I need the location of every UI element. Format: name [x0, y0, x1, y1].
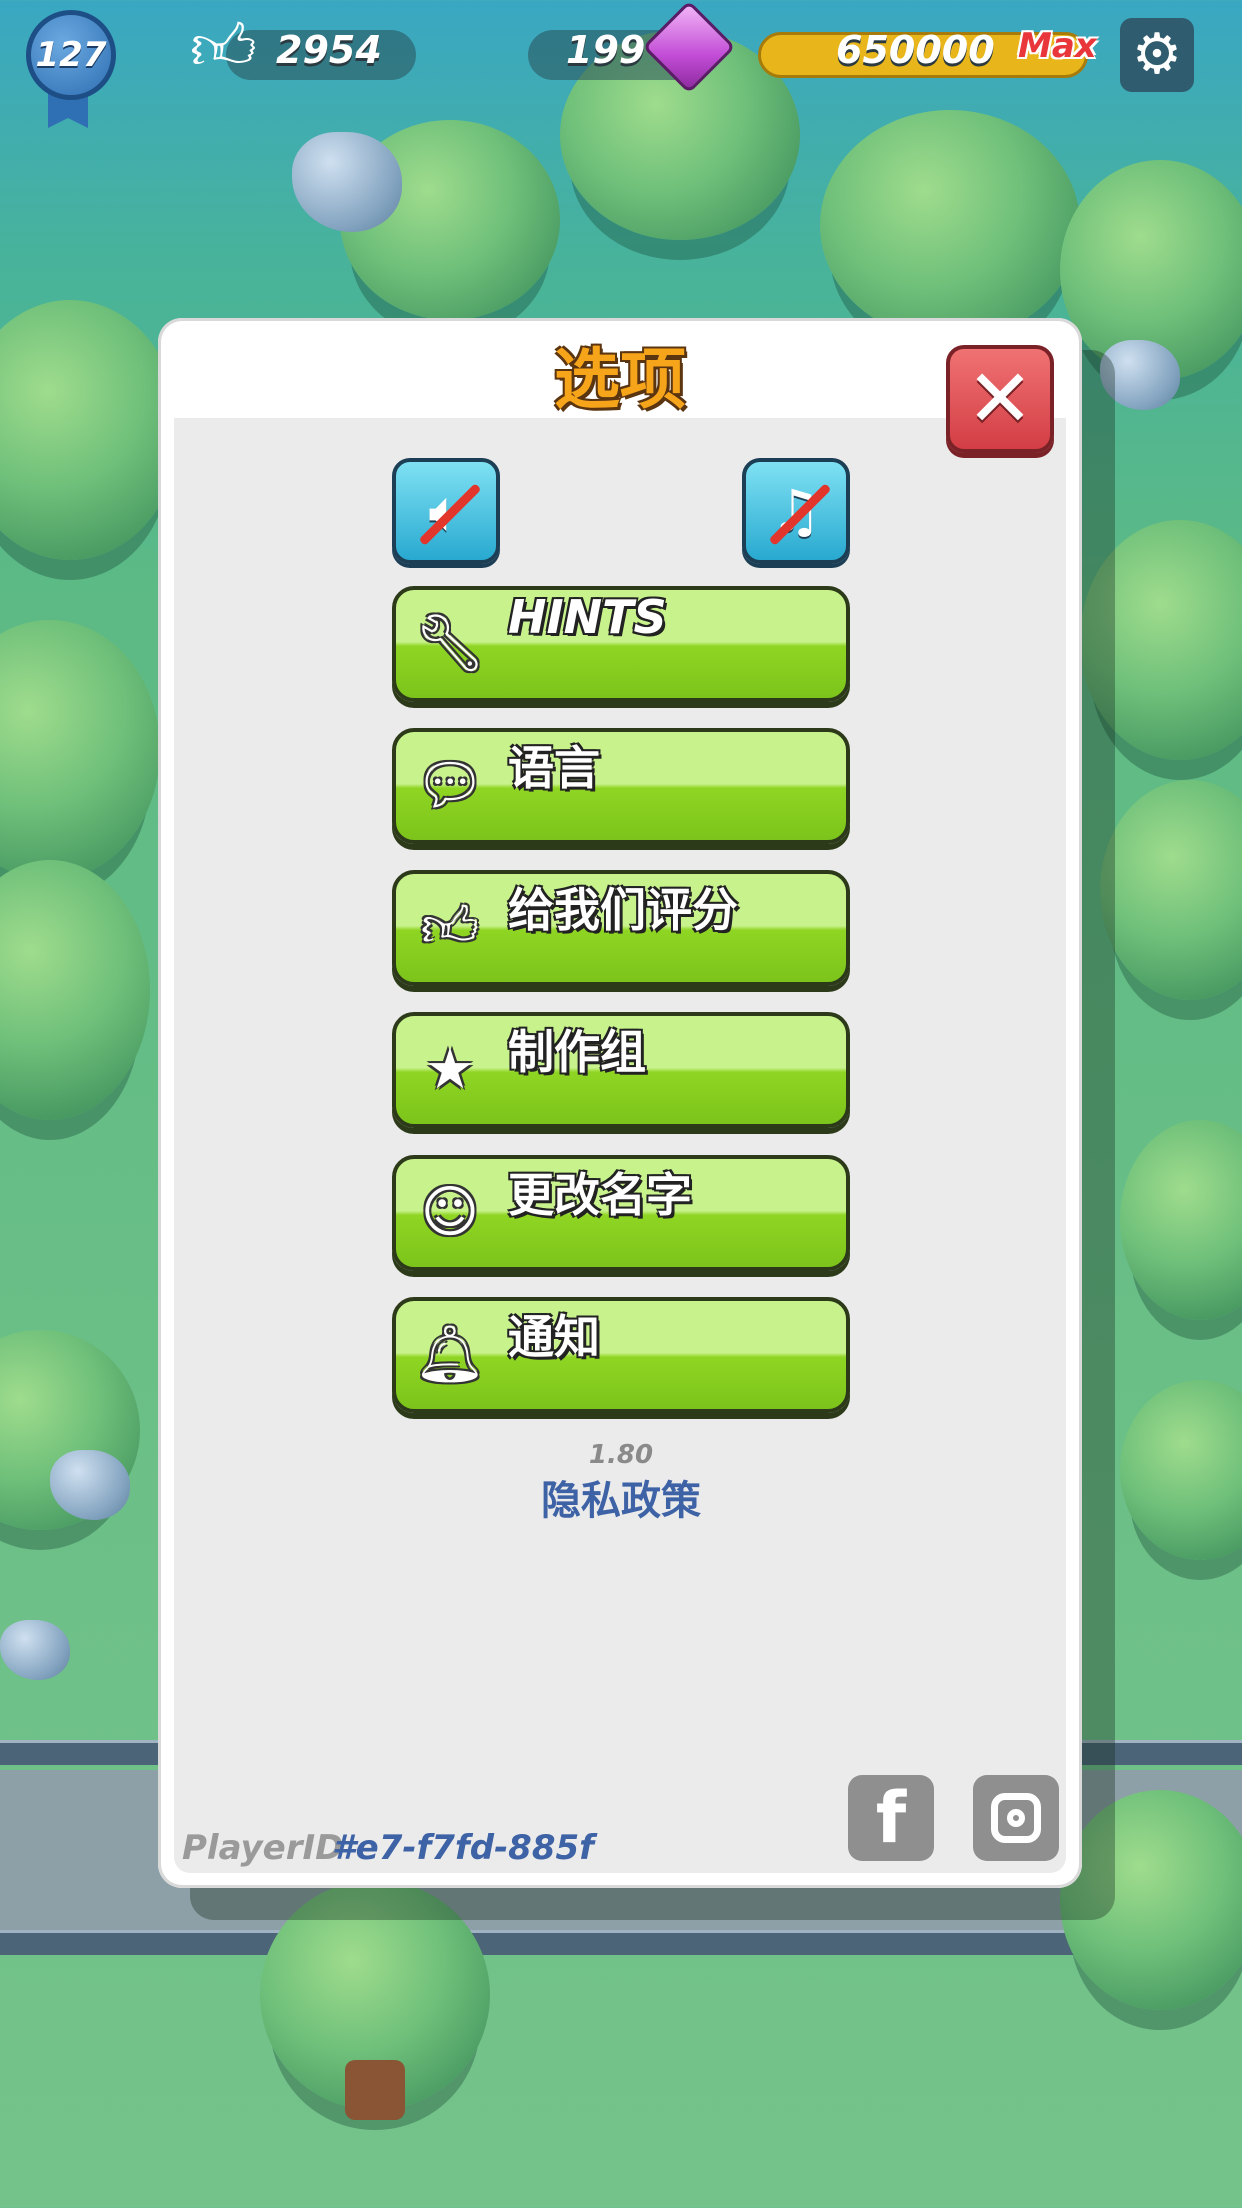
close-button[interactable]: ✕ [946, 345, 1054, 453]
bell-icon: 🔔︎ [414, 1322, 486, 1387]
change-name-label: 更改名字 [508, 1168, 692, 1222]
star-icon: ★ [424, 1037, 476, 1102]
notifications-label: 通知 [508, 1310, 600, 1364]
wrench-icon: 🔧︎ [414, 611, 486, 676]
name-card-icon: ☺ [420, 1180, 480, 1245]
credits-button[interactable]: ★ 制作组 [392, 1012, 850, 1128]
facebook-icon: f [875, 1777, 907, 1859]
music-toggle-button[interactable]: ♫ [742, 458, 850, 564]
sound-toggle-button[interactable]: 🔈︎ [392, 458, 500, 564]
dialog-title: 选项 [554, 341, 686, 418]
rate-us-button[interactable]: 👍︎ 给我们评分 [392, 870, 850, 986]
facebook-button[interactable]: f [848, 1775, 934, 1861]
privacy-policy-link[interactable]: 隐私政策 [0, 1468, 1242, 1526]
change-name-button[interactable]: ☺ 更改名字 [392, 1155, 850, 1271]
chat-bubble-icon: 💬︎ [414, 753, 486, 818]
thumbs-up-icon: 👍︎ [420, 895, 480, 960]
instagram-icon [991, 1793, 1041, 1843]
language-label: 语言 [508, 741, 600, 795]
notifications-button[interactable]: 🔔︎ 通知 [392, 1297, 850, 1413]
close-icon: ✕ [966, 352, 1034, 445]
hints-button[interactable]: 🔧︎ HINTS [392, 586, 850, 702]
hints-label: HINTS [508, 590, 667, 644]
player-id-label: PlayerID [182, 1828, 344, 1868]
player-id-value: #e7-f7fd-885f [332, 1828, 594, 1868]
rate-us-label: 给我们评分 [508, 883, 738, 937]
instagram-button[interactable] [973, 1775, 1059, 1861]
language-button[interactable]: 💬︎ 语言 [392, 728, 850, 844]
version-text: 1.80 [588, 1440, 654, 1470]
credits-label: 制作组 [508, 1025, 646, 1079]
